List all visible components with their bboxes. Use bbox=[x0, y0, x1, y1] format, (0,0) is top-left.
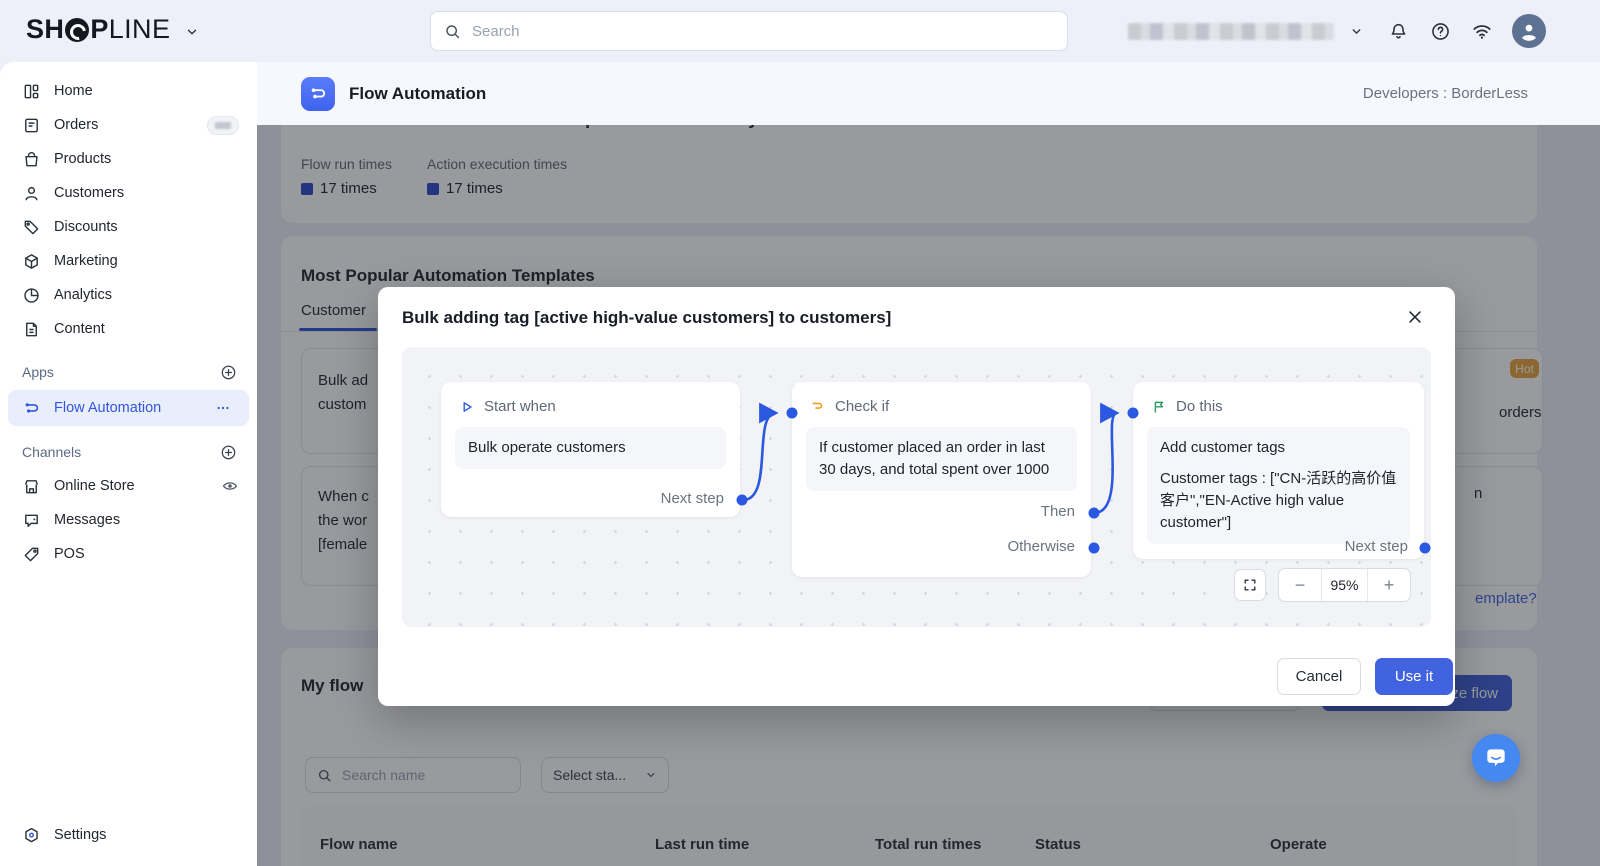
analytics-icon bbox=[22, 286, 41, 305]
node-title: Do this bbox=[1133, 382, 1424, 415]
condition-icon bbox=[810, 399, 826, 415]
template-preview-modal: Bulk adding tag [active high-value custo… bbox=[378, 287, 1455, 706]
sidebar-item-label: Discounts bbox=[54, 219, 118, 235]
sidebar-item-online-store[interactable]: Online Store bbox=[0, 469, 257, 503]
sidebar-item-analytics[interactable]: Analytics bbox=[0, 278, 257, 312]
chat-icon bbox=[1483, 745, 1509, 771]
sidebar-item-label: Analytics bbox=[54, 287, 112, 303]
global-search-input[interactable] bbox=[470, 22, 1054, 41]
add-channel-icon[interactable] bbox=[220, 444, 237, 461]
sidebar-item-label: Messages bbox=[54, 512, 120, 528]
sidebar-section-channels: Channels bbox=[0, 435, 257, 469]
sidebar-item-label: Settings bbox=[54, 827, 106, 843]
customers-icon bbox=[22, 184, 41, 203]
visibility-eye-icon[interactable] bbox=[221, 477, 239, 495]
global-search[interactable] bbox=[430, 11, 1068, 51]
shopline-logo-o-icon bbox=[65, 18, 89, 42]
node-do-this[interactable]: Do this Add customer tags Customer tags … bbox=[1133, 382, 1424, 559]
sidebar: Home Orders Products Customers Discounts… bbox=[0, 62, 257, 866]
account-name-redacted[interactable] bbox=[1128, 23, 1334, 40]
sidebar-item-label: Orders bbox=[54, 117, 98, 133]
pos-icon bbox=[22, 545, 41, 564]
page-header: Flow Automation Developers : BorderLess bbox=[257, 62, 1600, 125]
sidebar-item-settings[interactable]: Settings bbox=[0, 818, 257, 852]
help-icon[interactable] bbox=[1428, 19, 1452, 43]
topbar: SHPLINE bbox=[0, 0, 1600, 62]
flow-automation-icon bbox=[22, 399, 41, 418]
sidebar-item-label: Customers bbox=[54, 185, 124, 201]
sidebar-section-label: Apps bbox=[22, 364, 54, 380]
add-app-icon[interactable] bbox=[220, 364, 237, 381]
node-title: Check if bbox=[792, 382, 1091, 415]
sidebar-item-label: Marketing bbox=[54, 253, 118, 269]
sidebar-item-products[interactable]: Products bbox=[0, 142, 257, 176]
sidebar-item-label: POS bbox=[54, 546, 85, 562]
sidebar-section-apps: Apps bbox=[0, 355, 257, 389]
zoom-out-button[interactable]: − bbox=[1279, 569, 1321, 601]
settings-gear-icon bbox=[22, 826, 41, 845]
port-next-step[interactable]: Next step bbox=[661, 490, 724, 507]
zoom-level: 95% bbox=[1321, 569, 1368, 601]
search-icon bbox=[444, 23, 461, 40]
modal-title: Bulk adding tag [active high-value custo… bbox=[402, 308, 891, 328]
shopline-logo-text: SHPLINE bbox=[26, 14, 170, 45]
flow-canvas[interactable]: Start when Bulk operate customers Next s… bbox=[402, 347, 1431, 627]
sidebar-item-flow-automation[interactable]: Flow Automation bbox=[8, 390, 249, 426]
close-icon[interactable] bbox=[1403, 305, 1427, 329]
node-body: If customer placed an order in last 30 d… bbox=[806, 427, 1077, 491]
orders-icon bbox=[22, 116, 41, 135]
node-body: Add customer tags Customer tags : ["CN-活… bbox=[1147, 427, 1410, 544]
support-chat-button[interactable] bbox=[1472, 734, 1520, 782]
sidebar-item-content[interactable]: Content bbox=[0, 312, 257, 346]
sidebar-section-label: Channels bbox=[22, 444, 81, 460]
sidebar-item-messages[interactable]: Messages bbox=[0, 503, 257, 537]
developers-context: Developers : BorderLess bbox=[1363, 85, 1528, 102]
sidebar-item-marketing[interactable]: Marketing bbox=[0, 244, 257, 278]
node-body: Bulk operate customers bbox=[455, 427, 726, 469]
fit-to-screen-button[interactable] bbox=[1234, 569, 1266, 601]
sidebar-item-label: Home bbox=[54, 83, 93, 99]
port-then[interactable]: Then bbox=[1041, 503, 1075, 520]
port-next-step[interactable]: Next step bbox=[1345, 538, 1408, 555]
sidebar-item-home[interactable]: Home bbox=[0, 74, 257, 108]
sidebar-item-label: Online Store bbox=[54, 478, 135, 494]
sidebar-item-discounts[interactable]: Discounts bbox=[0, 210, 257, 244]
use-it-button[interactable]: Use it bbox=[1375, 658, 1453, 695]
node-title: Start when bbox=[441, 382, 740, 415]
sidebar-item-pos[interactable]: POS bbox=[0, 537, 257, 571]
shopline-logo[interactable]: SHPLINE bbox=[26, 14, 199, 45]
wifi-status-icon[interactable] bbox=[1470, 19, 1494, 43]
products-icon bbox=[22, 150, 41, 169]
sidebar-item-label: Content bbox=[54, 321, 105, 337]
account-chevron-down-icon[interactable] bbox=[1344, 19, 1368, 43]
more-options-icon[interactable] bbox=[215, 400, 231, 416]
play-icon bbox=[459, 399, 475, 415]
zoom-control: − 95% + bbox=[1278, 568, 1411, 602]
cancel-button[interactable]: Cancel bbox=[1277, 658, 1361, 695]
sidebar-item-customers[interactable]: Customers bbox=[0, 176, 257, 210]
flow-automation-app-icon bbox=[301, 77, 335, 111]
sidebar-item-orders[interactable]: Orders bbox=[0, 108, 257, 142]
content-icon bbox=[22, 320, 41, 339]
home-icon bbox=[22, 82, 41, 101]
orders-count-badge-redacted bbox=[207, 116, 239, 135]
notifications-bell-icon[interactable] bbox=[1386, 19, 1410, 43]
online-store-icon bbox=[22, 477, 41, 496]
marketing-icon bbox=[22, 252, 41, 271]
chevron-down-icon[interactable] bbox=[185, 25, 199, 39]
node-check-if[interactable]: Check if If customer placed an order in … bbox=[792, 382, 1091, 577]
port-otherwise[interactable]: Otherwise bbox=[1007, 538, 1075, 555]
page-title: Flow Automation bbox=[349, 84, 486, 104]
sidebar-item-label: Products bbox=[54, 151, 111, 167]
node-start-when[interactable]: Start when Bulk operate customers Next s… bbox=[441, 382, 740, 517]
flag-icon bbox=[1151, 399, 1167, 415]
discounts-icon bbox=[22, 218, 41, 237]
zoom-in-button[interactable]: + bbox=[1368, 569, 1410, 601]
avatar[interactable] bbox=[1512, 14, 1546, 48]
sidebar-item-label: Flow Automation bbox=[54, 400, 161, 416]
messages-icon bbox=[22, 511, 41, 530]
